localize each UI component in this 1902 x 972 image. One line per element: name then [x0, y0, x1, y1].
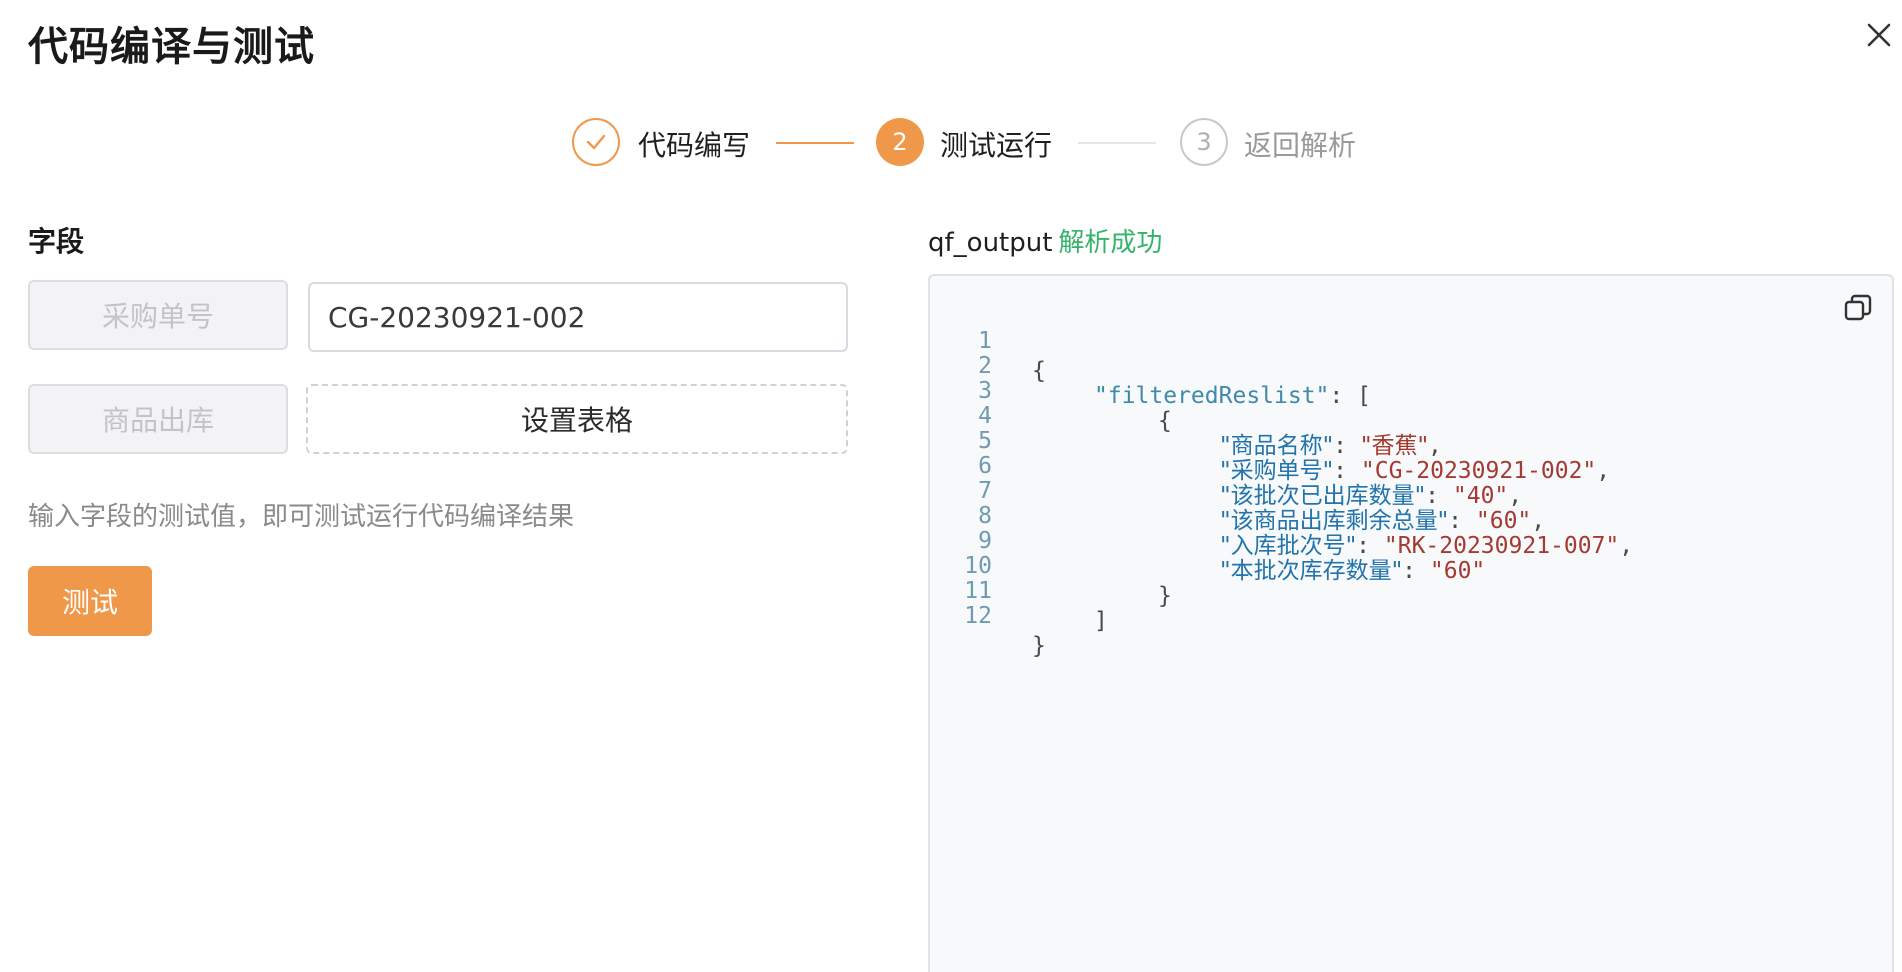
steps-indicator: 代码编写 2 测试运行 3 返回解析 [0, 118, 1902, 168]
fields-section-title: 字段 [28, 225, 85, 258]
code-text: ] [1094, 608, 1108, 634]
copy-icon [1844, 294, 1872, 321]
step-1-done-circle [572, 118, 620, 166]
set-table-button[interactable]: 设置表格 [306, 384, 848, 454]
field-label-purchase-no: 采购单号 [28, 280, 288, 350]
json-value: "60" [1429, 558, 1486, 584]
code-text: } [1158, 583, 1172, 609]
code-output-panel[interactable]: 1 { 2 "filteredReslist": [ 3 { 4 "商品名称":… [928, 274, 1894, 972]
check-icon [586, 134, 606, 150]
code-text: "本批次库存数量": "60" [1220, 558, 1486, 584]
code-text: "filteredReslist": [ [1094, 381, 1371, 411]
output-header: qf_output 解析成功 [928, 222, 1162, 259]
json-punct: : [ [1329, 383, 1371, 409]
hint-text: 输入字段的测试值，即可测试运行代码编译结果 [28, 502, 575, 532]
code-text: { [1032, 358, 1046, 384]
step-1-label: 代码编写 [638, 129, 751, 162]
step-2-label: 测试运行 [940, 129, 1053, 162]
dialog-title: 代码编译与测试 [28, 24, 315, 70]
field-label-product-outbound: 商品出库 [28, 384, 288, 454]
step-3-circle: 3 [1180, 118, 1228, 166]
test-button[interactable]: 测试 [28, 566, 152, 636]
step-connector-2 [1078, 142, 1156, 144]
close-icon [1867, 23, 1891, 47]
step-2-circle: 2 [876, 118, 924, 166]
code-text: } [1032, 633, 1046, 659]
parse-status: 解析成功 [1058, 228, 1163, 258]
step-connector-1 [776, 142, 854, 144]
json-key: "filteredReslist" [1094, 383, 1330, 409]
code-line: 12 } [930, 571, 1046, 659]
close-button[interactable] [1862, 18, 1896, 52]
step-3-label: 返回解析 [1244, 129, 1357, 162]
purchase-no-input[interactable] [308, 282, 848, 352]
code-compile-test-dialog: 代码编译与测试 代码编写 2 测试运行 3 返回解析 字段 采购单号 商品出库 … [0, 0, 1902, 972]
json-key: "本批次库存数量" [1220, 558, 1403, 584]
copy-button[interactable] [1840, 290, 1876, 326]
line-number: 12 [964, 603, 992, 629]
code-text: { [1158, 408, 1172, 434]
output-variable-name: qf_output [928, 228, 1053, 258]
